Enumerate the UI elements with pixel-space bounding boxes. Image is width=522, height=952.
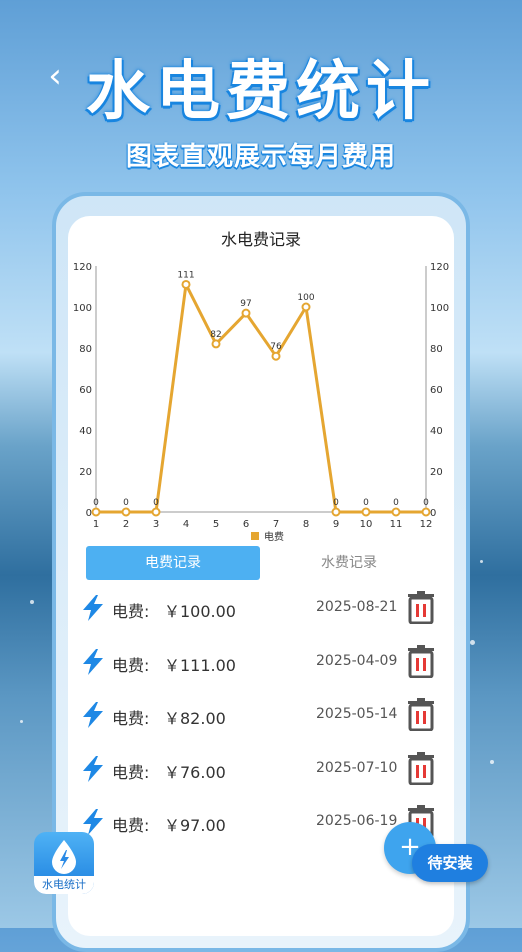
trash-icon[interactable] [406, 751, 436, 785]
install-button[interactable]: 待安装 [412, 844, 488, 882]
data-point [211, 339, 221, 349]
data-point [421, 507, 431, 517]
water-drop-icon [52, 840, 76, 874]
record-date: 2025-07-10 [316, 759, 398, 776]
record-label: 电费: [112, 762, 150, 782]
record-row: 电费: ￥111.00 2025-04-09 [80, 642, 440, 682]
data-point [391, 507, 401, 517]
record-date: 2025-08-21 [316, 599, 398, 615]
data-point [151, 507, 161, 517]
record-amount: ￥100.00 [164, 602, 236, 621]
x-tick-label: 5 [213, 519, 219, 530]
sparkle [490, 760, 494, 764]
record-row: 电费: ￥76.00 2025-07-10 [80, 749, 440, 789]
record-amount: ￥97.00 [164, 816, 226, 835]
x-tick-label: 2 [123, 519, 129, 530]
x-tick-label: 8 [303, 519, 309, 530]
line-chart: 0 020 2040 4060 6080 80100 100120 1201 2 3 4 5 6 7 8 9 1… [73, 262, 449, 543]
data-label: 0 [423, 498, 429, 508]
data-point [301, 302, 311, 312]
app-icon[interactable]: 水电统计 [34, 832, 94, 894]
data-point [181, 279, 191, 289]
record-label: 电费: [112, 655, 150, 675]
data-point [361, 507, 371, 517]
record-label: 电费: [112, 816, 150, 835]
chart-title: 水电费记录 [220, 230, 301, 249]
record-row: 电费: ￥100.00 2025-08-21 [80, 588, 440, 628]
x-tick-label: 11 [390, 519, 403, 530]
y-tick-label-right: 0 [430, 508, 436, 519]
data-label: 111 [177, 270, 194, 280]
record-amount: ￥111.00 [164, 655, 236, 675]
data-label: 0 [393, 498, 399, 508]
data-label: 76 [270, 342, 282, 352]
app-icon-label: 水电统计 [34, 876, 94, 894]
lightning-icon [83, 702, 103, 728]
y-tick-label-left: 100 [73, 303, 92, 314]
page-title: 水电费统计 [86, 55, 436, 129]
y-tick-label-right: 40 [430, 426, 443, 437]
lightning-icon [83, 648, 103, 675]
tab-bar: 电费记录 水费记录 [86, 546, 436, 580]
x-tick-label: 1 [93, 519, 99, 530]
x-tick-label: 9 [333, 519, 339, 530]
x-tick-label: 4 [183, 519, 189, 530]
lightning-icon [83, 595, 103, 621]
legend-label: 电费 [264, 530, 284, 543]
data-point [91, 507, 101, 517]
y-tick-label-right: 100 [430, 303, 449, 314]
y-tick-label-right: 60 [430, 385, 443, 396]
sparkle [20, 720, 23, 723]
data-label: 0 [333, 498, 339, 508]
sparkle [470, 640, 475, 645]
data-label: 0 [153, 498, 159, 508]
data-label: 100 [297, 293, 314, 303]
record-amount: ￥76.00 [164, 762, 226, 782]
x-tick-label: 6 [243, 519, 249, 530]
y-tick-label-left: 80 [79, 344, 92, 355]
x-tick-label: 3 [153, 519, 159, 530]
tab-water-records[interactable]: 水费记录 [262, 546, 436, 580]
data-label: 82 [210, 330, 221, 340]
trash-icon[interactable] [406, 644, 436, 678]
record-row: 电费: ￥82.00 2025-05-14 [80, 695, 440, 735]
y-tick-label-right: 120 [430, 262, 449, 273]
trash-icon[interactable] [406, 590, 436, 624]
data-label: 97 [240, 299, 251, 309]
record-date: 2025-05-14 [316, 706, 398, 722]
page-subtitle: 图表直观展示每月费用 [125, 142, 396, 172]
data-label: 0 [123, 498, 129, 508]
sparkle [30, 600, 34, 604]
record-label: 电费: [112, 602, 150, 621]
trash-icon[interactable] [406, 697, 436, 731]
y-tick-label-left: 20 [79, 467, 92, 478]
data-label: 0 [93, 498, 99, 508]
legend-swatch [251, 532, 259, 540]
data-point [241, 308, 251, 318]
data-point [121, 507, 131, 517]
x-tick-label: 7 [273, 519, 279, 530]
y-tick-label-left: 40 [79, 426, 92, 437]
record-date: 2025-06-19 [316, 813, 398, 829]
y-tick-label-left: 120 [73, 262, 92, 273]
tab-electric-records[interactable]: 电费记录 [86, 546, 260, 580]
data-point [331, 507, 341, 517]
record-amount: ￥82.00 [164, 709, 226, 728]
record-label: 电费: [112, 709, 150, 728]
lightning-icon [83, 755, 103, 782]
data-label: 0 [363, 498, 369, 508]
y-tick-label-right: 80 [430, 344, 443, 355]
y-tick-label-left: 60 [79, 385, 92, 396]
series-line [96, 282, 426, 514]
y-tick-label-left: 0 [86, 508, 92, 519]
y-tick-label-right: 20 [430, 467, 443, 478]
x-tick-label: 12 [420, 519, 433, 530]
data-point [271, 351, 281, 361]
record-date: 2025-04-09 [316, 652, 398, 669]
sparkle [480, 560, 483, 563]
x-tick-label: 10 [360, 519, 373, 530]
